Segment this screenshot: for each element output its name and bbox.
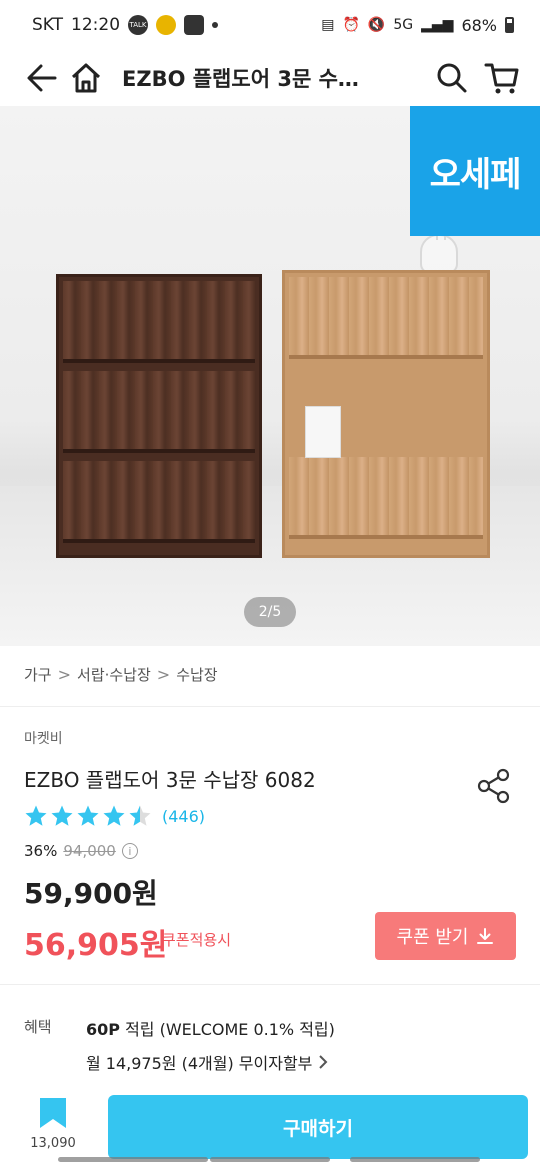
installment-benefit[interactable]: 월 14,975원 (4개월) 무이자할부 xyxy=(86,1050,330,1074)
signal-icon: ▂▄▆ xyxy=(421,17,454,33)
bookmark-icon xyxy=(40,1098,66,1128)
star-full-icon xyxy=(25,805,47,826)
network-type-label: 5G xyxy=(393,17,414,33)
breadcrumb: 가구 > 서랍·수납장 > 수납장 xyxy=(24,664,218,685)
mute-icon: 🔇 xyxy=(367,17,386,33)
buy-button[interactable]: 구매하기 xyxy=(108,1095,528,1159)
cabinet-door xyxy=(63,371,255,453)
product-title: EZBO 플랩도어 3문 수납장 6082 xyxy=(24,768,316,792)
search-button[interactable] xyxy=(430,56,474,100)
share-icon xyxy=(477,768,510,804)
home-icon xyxy=(71,63,101,93)
chevron-right-icon xyxy=(319,1055,328,1069)
battery-icon xyxy=(505,17,514,33)
nav-gesture-bar xyxy=(58,1157,208,1162)
app-notification-icon xyxy=(156,15,177,35)
status-bar: SKT 12:20 TALK ▤ ⏰ 🔇 5G ▂▄▆ 68% xyxy=(0,0,540,50)
page-title: EZBO 플랩도어 3문 수납장 6082 xyxy=(122,67,372,91)
star-full-icon xyxy=(51,805,73,826)
cabinet-door xyxy=(289,457,483,539)
sale-price: 59,900원 xyxy=(24,877,158,910)
star-half-icon xyxy=(129,805,151,826)
back-button[interactable] xyxy=(20,56,64,100)
divider xyxy=(0,984,540,985)
search-icon xyxy=(437,63,467,93)
cabinet-door xyxy=(63,281,255,363)
coupon-price: 56,905원 xyxy=(24,928,168,963)
star-full-icon xyxy=(103,805,125,826)
benefit-label: 혜택 xyxy=(24,1018,52,1036)
app-bar: EZBO 플랩도어 3문 수납장 6082 xyxy=(0,50,540,106)
image-pager: 2/5 xyxy=(244,597,296,627)
discount-rate: 36% xyxy=(24,842,58,860)
download-icon xyxy=(477,928,494,944)
chevron-right-icon: > xyxy=(156,665,171,684)
coupon-download-button[interactable]: 쿠폰 받기 xyxy=(375,912,516,960)
points-benefit: 60P 적립 (WELCOME 0.1% 적립) xyxy=(86,1016,335,1040)
installment-text: 월 14,975원 (4개월) 무이자할부 xyxy=(86,1054,313,1073)
seller-name[interactable]: 마켓비 xyxy=(24,728,63,748)
home-button[interactable] xyxy=(64,56,108,100)
nav-gesture-bar xyxy=(350,1157,480,1162)
coupon-note: 쿠폰적용시 xyxy=(162,931,232,949)
time-label: 12:20 xyxy=(71,15,121,35)
breadcrumb-item[interactable]: 수납장 xyxy=(176,664,217,685)
nav-gesture-bar xyxy=(210,1157,330,1162)
more-notifications-icon xyxy=(212,22,219,28)
battery-label: 68% xyxy=(461,15,497,35)
rating-row[interactable]: (446) xyxy=(24,804,205,828)
coupon-button-label: 쿠폰 받기 xyxy=(396,927,469,948)
product-image-carousel[interactable]: 오세페 2/5 xyxy=(0,106,540,646)
promo-badge[interactable]: 오세페 xyxy=(410,106,540,236)
share-button[interactable] xyxy=(474,766,514,806)
vase-decoration xyxy=(420,222,458,274)
arrow-left-icon xyxy=(27,64,57,92)
cart-icon xyxy=(484,63,519,94)
sync-icon: ▤ xyxy=(321,17,335,33)
info-icon[interactable]: i xyxy=(121,843,138,859)
breadcrumb-item[interactable]: 가구 xyxy=(24,664,52,685)
carrier-label: SKT xyxy=(32,15,64,35)
divider xyxy=(0,706,540,707)
alarm-icon: ⏰ xyxy=(342,17,360,33)
points-description: 적립 (WELCOME 0.1% 적립) xyxy=(120,1020,335,1039)
chevron-right-icon: > xyxy=(57,665,72,684)
original-price: 94,000 xyxy=(63,842,116,860)
dark-cabinet-image xyxy=(56,274,262,558)
review-count[interactable]: (446) xyxy=(162,807,205,826)
cart-button[interactable] xyxy=(480,56,524,100)
discount-row: 36% 94,000 i xyxy=(24,842,138,860)
bookmark-button[interactable]: 13,090 xyxy=(24,1096,82,1158)
message-notification-icon xyxy=(184,15,205,35)
cabinet-door xyxy=(289,277,483,359)
bookmark-count: 13,090 xyxy=(30,1136,76,1151)
book-decoration xyxy=(305,406,341,458)
cabinet-door xyxy=(63,461,255,543)
breadcrumb-item[interactable]: 서랍·수납장 xyxy=(77,664,151,685)
talk-notification-icon: TALK xyxy=(128,15,149,35)
points-amount: 60P xyxy=(86,1020,120,1039)
star-full-icon xyxy=(77,805,99,826)
